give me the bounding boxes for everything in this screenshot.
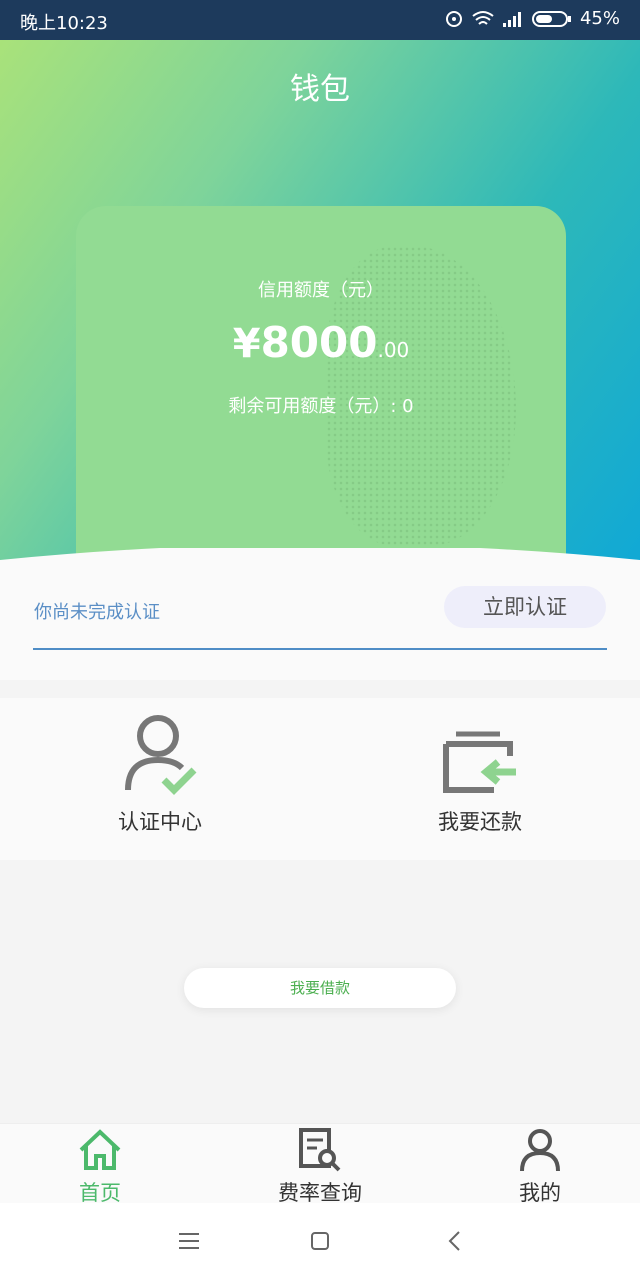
home-square-icon[interactable] xyxy=(310,1231,330,1251)
home-icon xyxy=(79,1129,121,1170)
battery-percent: 45% xyxy=(579,8,620,29)
user-icon xyxy=(520,1129,560,1172)
remaining-credit: 剩余可用额度（元）: 0 xyxy=(228,396,414,417)
tab-rate-query[interactable]: 费率查询 xyxy=(240,1128,400,1207)
document-search-icon xyxy=(299,1128,341,1172)
bottom-tab-bar: 首页 费率查询 我的 xyxy=(0,1123,640,1207)
back-icon[interactable] xyxy=(446,1230,462,1252)
tab-home[interactable]: 首页 xyxy=(20,1128,180,1207)
wifi-icon xyxy=(472,10,494,25)
verification-status-text: 你尚未完成认证 xyxy=(34,602,160,623)
person-check-icon xyxy=(125,715,197,795)
status-bar: 晚上10:23 45% xyxy=(0,0,640,40)
tab-mine[interactable]: 我的 xyxy=(460,1128,620,1207)
borrow-button[interactable]: 我要借款 xyxy=(184,968,456,1008)
verify-now-button[interactable]: 立即认证 xyxy=(444,586,606,628)
credit-amount: ¥8000.00 xyxy=(76,318,566,367)
action-grid: 认证中心 我要还款 xyxy=(0,698,640,860)
status-icons: 45% xyxy=(444,8,620,29)
status-time: 晚上10:23 xyxy=(20,13,108,34)
battery-icon xyxy=(531,10,571,27)
system-nav-bar xyxy=(0,1203,640,1280)
verification-section: 你尚未完成认证 立即认证 xyxy=(0,580,640,680)
repay-button[interactable]: 我要还款 xyxy=(380,708,580,836)
repay-label: 我要还款 xyxy=(438,810,522,834)
amount-decimal: .00 xyxy=(377,338,410,362)
verification-divider xyxy=(33,648,607,650)
wallet-return-icon xyxy=(443,731,516,793)
page-title: 钱包 xyxy=(290,72,350,107)
credit-limit-label: 信用额度（元） xyxy=(258,280,384,301)
amount-integer: 8000 xyxy=(260,318,378,367)
credit-card: 信用额度（元） ¥8000.00 剩余可用额度（元）: 0 xyxy=(76,206,566,580)
menu-icon[interactable] xyxy=(178,1231,200,1251)
currency-symbol: ¥ xyxy=(232,321,261,367)
certification-center-label: 认证中心 xyxy=(118,810,202,834)
hotspot-icon xyxy=(445,10,462,27)
certification-center-button[interactable]: 认证中心 xyxy=(60,708,260,836)
wallet-hero: 钱包 信用额度（元） ¥8000.00 剩余可用额度（元）: 0 xyxy=(0,40,640,580)
signal-icon xyxy=(502,11,521,27)
